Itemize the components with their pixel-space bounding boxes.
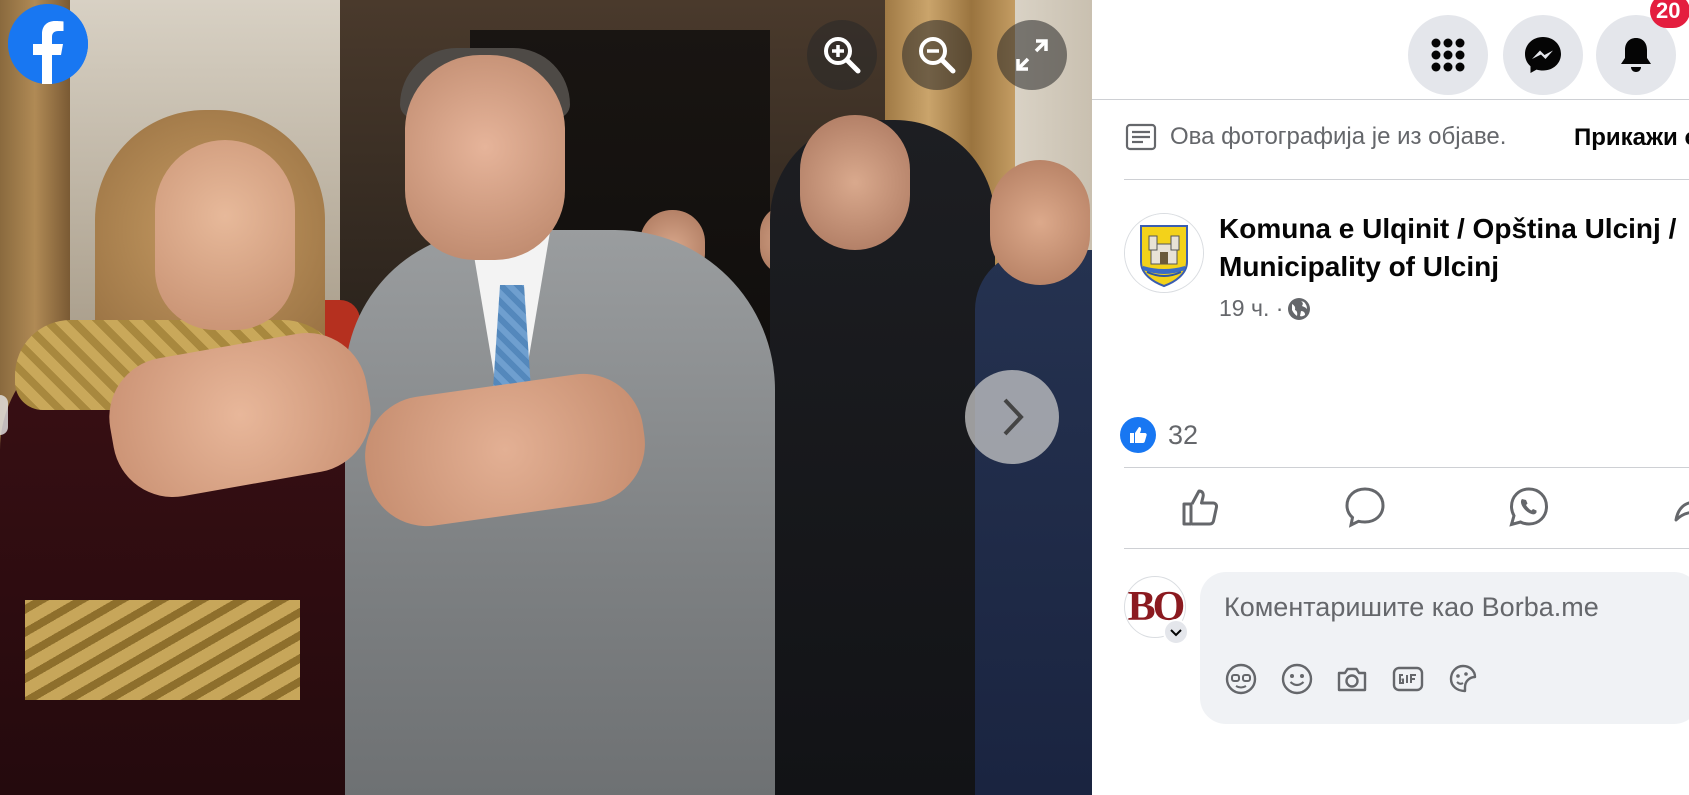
post-source-text: Ова фотографија је из објаве. [1170,123,1507,150]
menu-button[interactable] [1408,15,1488,95]
chevron-down-icon[interactable] [1163,619,1189,645]
gif-icon[interactable] [1391,662,1425,696]
post-document-icon [1125,123,1157,151]
bell-icon [1621,38,1651,72]
post-source-note: Ова фотографија је из објаве. [1124,120,1506,154]
current-user-avatar[interactable]: BO [1124,576,1189,645]
post-meta: 19 ч. · [1219,295,1311,322]
divider [1124,467,1689,468]
comment-icon[interactable] [1342,484,1388,530]
messenger-icon [1525,37,1561,73]
zoom-out-button[interactable] [902,20,972,90]
whatsapp-icon[interactable] [1506,484,1552,530]
page-avatar[interactable] [1124,213,1204,293]
notification-badge: 20 [1650,0,1689,28]
page-name-line: Komuna e Ulqinit / Opština Ulcinj / [1219,213,1677,244]
fullscreen-button[interactable] [997,20,1067,90]
divider [1124,179,1689,180]
zoom-out-icon [919,37,956,74]
zoom-in-icon [824,37,861,74]
page-name-line: Municipality of Ulcinj [1219,251,1500,282]
show-post-link[interactable]: Прикажи објаву [1574,124,1689,152]
divider [1124,548,1689,549]
reaction-summary[interactable]: 32 [1120,417,1198,453]
next-photo-button[interactable] [965,370,1059,464]
camera-icon[interactable] [1335,662,1369,696]
photo-viewer [0,0,1092,795]
facebook-logo-icon[interactable] [8,4,88,84]
sticker-icon[interactable] [1446,662,1480,696]
messenger-button[interactable] [1503,15,1583,95]
comment-input[interactable]: Коментаришите као Borba.me [1200,572,1689,724]
share-icon[interactable] [1672,484,1689,530]
like-reaction-icon [1120,417,1156,453]
globe-icon [1288,297,1311,320]
emoji-icon[interactable] [1280,662,1314,696]
comment-placeholder: Коментаришите као Borba.me [1224,592,1599,622]
like-icon[interactable] [1178,484,1224,530]
zoom-in-button[interactable] [807,20,877,90]
grid-menu-icon [1431,38,1465,72]
page-name-link[interactable]: Komuna e Ulqinit / Opština Ulcinj / Muni… [1219,210,1689,286]
municipality-crest-icon [1125,214,1203,292]
post-time[interactable]: 19 ч. · [1219,295,1283,322]
avatar-sticker-icon[interactable] [1224,662,1258,696]
divider [1092,99,1689,100]
chevron-right-icon [1003,398,1024,436]
previous-photo-button[interactable] [0,395,8,435]
expand-icon [1016,39,1048,71]
like-count: 32 [1168,419,1199,450]
